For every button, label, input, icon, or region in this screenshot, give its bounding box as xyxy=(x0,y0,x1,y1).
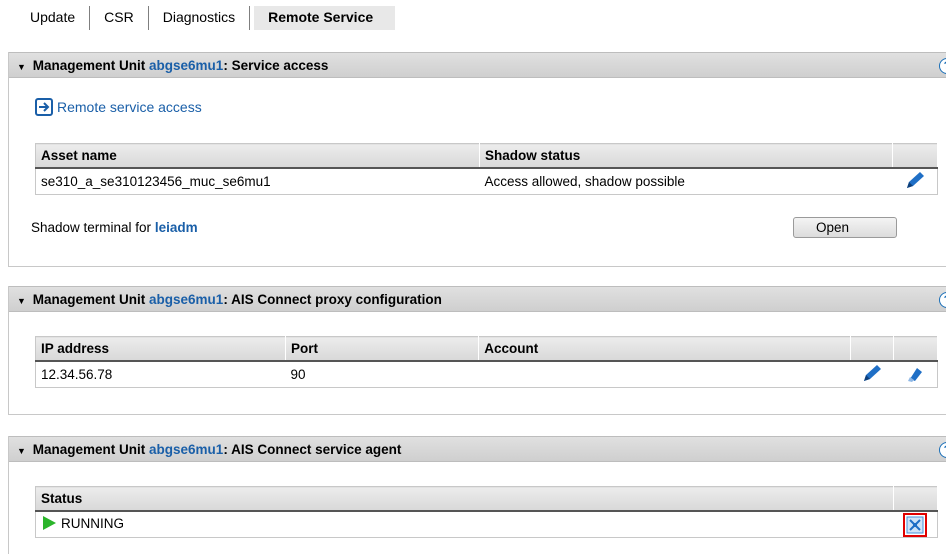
status-cell: RUNNING xyxy=(35,511,894,538)
clear-cell xyxy=(893,361,938,388)
edit-cell xyxy=(892,168,938,195)
asset-name-cell: se310_a_se310123456_muc_se6mu1 xyxy=(35,168,480,195)
agent-action-cell xyxy=(893,511,938,538)
tab-diagnostics[interactable]: Diagnostics xyxy=(149,6,251,30)
proxy-table: IP address Port Account 12.34.56.78 90 xyxy=(35,336,938,388)
account-cell xyxy=(478,361,851,388)
col-port: Port xyxy=(285,336,480,362)
open-button[interactable]: Open xyxy=(793,217,897,238)
ip-cell: 12.34.56.78 xyxy=(35,361,286,388)
enter-icon xyxy=(35,98,53,116)
unit-link[interactable]: abgse6mu1 xyxy=(149,442,223,457)
help-icon[interactable]: ? xyxy=(939,58,946,74)
agent-status-table: Status RUNNING xyxy=(35,486,938,538)
service-agent-icon xyxy=(906,516,924,533)
help-icon[interactable]: ? xyxy=(939,292,946,308)
remote-service-access-link[interactable]: Remote service access xyxy=(35,98,202,116)
tab-remote-service[interactable]: Remote Service xyxy=(254,6,396,30)
col-account: Account xyxy=(478,336,851,362)
col-edit xyxy=(850,336,895,362)
unit-link[interactable]: abgse6mu1 xyxy=(149,58,223,73)
collapse-icon[interactable]: ▼ xyxy=(17,438,29,464)
running-play-icon xyxy=(43,516,56,530)
collapse-icon[interactable]: ▼ xyxy=(17,288,29,314)
edit-pencil-icon[interactable] xyxy=(861,363,883,383)
col-asset-name: Asset name xyxy=(35,143,480,169)
panel-header-proxy[interactable]: ▼ Management Unit abgse6mu1: AIS Connect… xyxy=(9,286,946,312)
unit-link[interactable]: abgse6mu1 xyxy=(149,292,223,307)
shadow-status-cell: Access allowed, shadow possible xyxy=(479,168,893,195)
stop-service-button[interactable] xyxy=(903,512,928,537)
status-text: RUNNING xyxy=(61,515,124,531)
panel-header-agent[interactable]: ▼ Management Unit abgse6mu1: AIS Connect… xyxy=(9,436,946,462)
shadow-terminal-text: Shadow terminal for leiadm xyxy=(31,220,198,235)
help-icon[interactable]: ? xyxy=(939,442,946,458)
asset-table: Asset name Shadow status se310_a_se31012… xyxy=(35,143,939,195)
edit-cell xyxy=(850,361,894,388)
tab-csr[interactable]: CSR xyxy=(90,6,149,30)
shadow-user: leiadm xyxy=(154,220,198,235)
table-row: se310_a_se310123456_muc_se6mu1 Access al… xyxy=(35,168,938,195)
col-ip-address: IP address xyxy=(35,336,286,362)
col-actions xyxy=(892,143,939,169)
col-action xyxy=(893,486,938,512)
collapse-icon[interactable]: ▼ xyxy=(17,54,29,80)
col-status: Status xyxy=(35,486,895,512)
table-row: 12.34.56.78 90 xyxy=(35,361,938,388)
service-access-panel: ▼ Management Unit abgse6mu1: Service acc… xyxy=(8,52,946,267)
proxy-config-panel: ▼ Management Unit abgse6mu1: AIS Connect… xyxy=(8,286,946,415)
edit-pencil-icon[interactable] xyxy=(904,170,926,190)
table-row: RUNNING xyxy=(35,511,938,538)
col-clear xyxy=(893,336,938,362)
service-agent-panel: ▼ Management Unit abgse6mu1: AIS Connect… xyxy=(8,436,946,554)
remote-service-access-label: Remote service access xyxy=(57,99,202,115)
col-shadow-status: Shadow status xyxy=(479,143,893,169)
tab-bar: Update CSR Diagnostics Remote Service xyxy=(16,6,396,30)
panel-header-service-access[interactable]: ▼ Management Unit abgse6mu1: Service acc… xyxy=(9,52,946,78)
eraser-icon[interactable] xyxy=(904,363,926,383)
tab-update[interactable]: Update xyxy=(16,6,91,30)
port-cell: 90 xyxy=(285,361,479,388)
